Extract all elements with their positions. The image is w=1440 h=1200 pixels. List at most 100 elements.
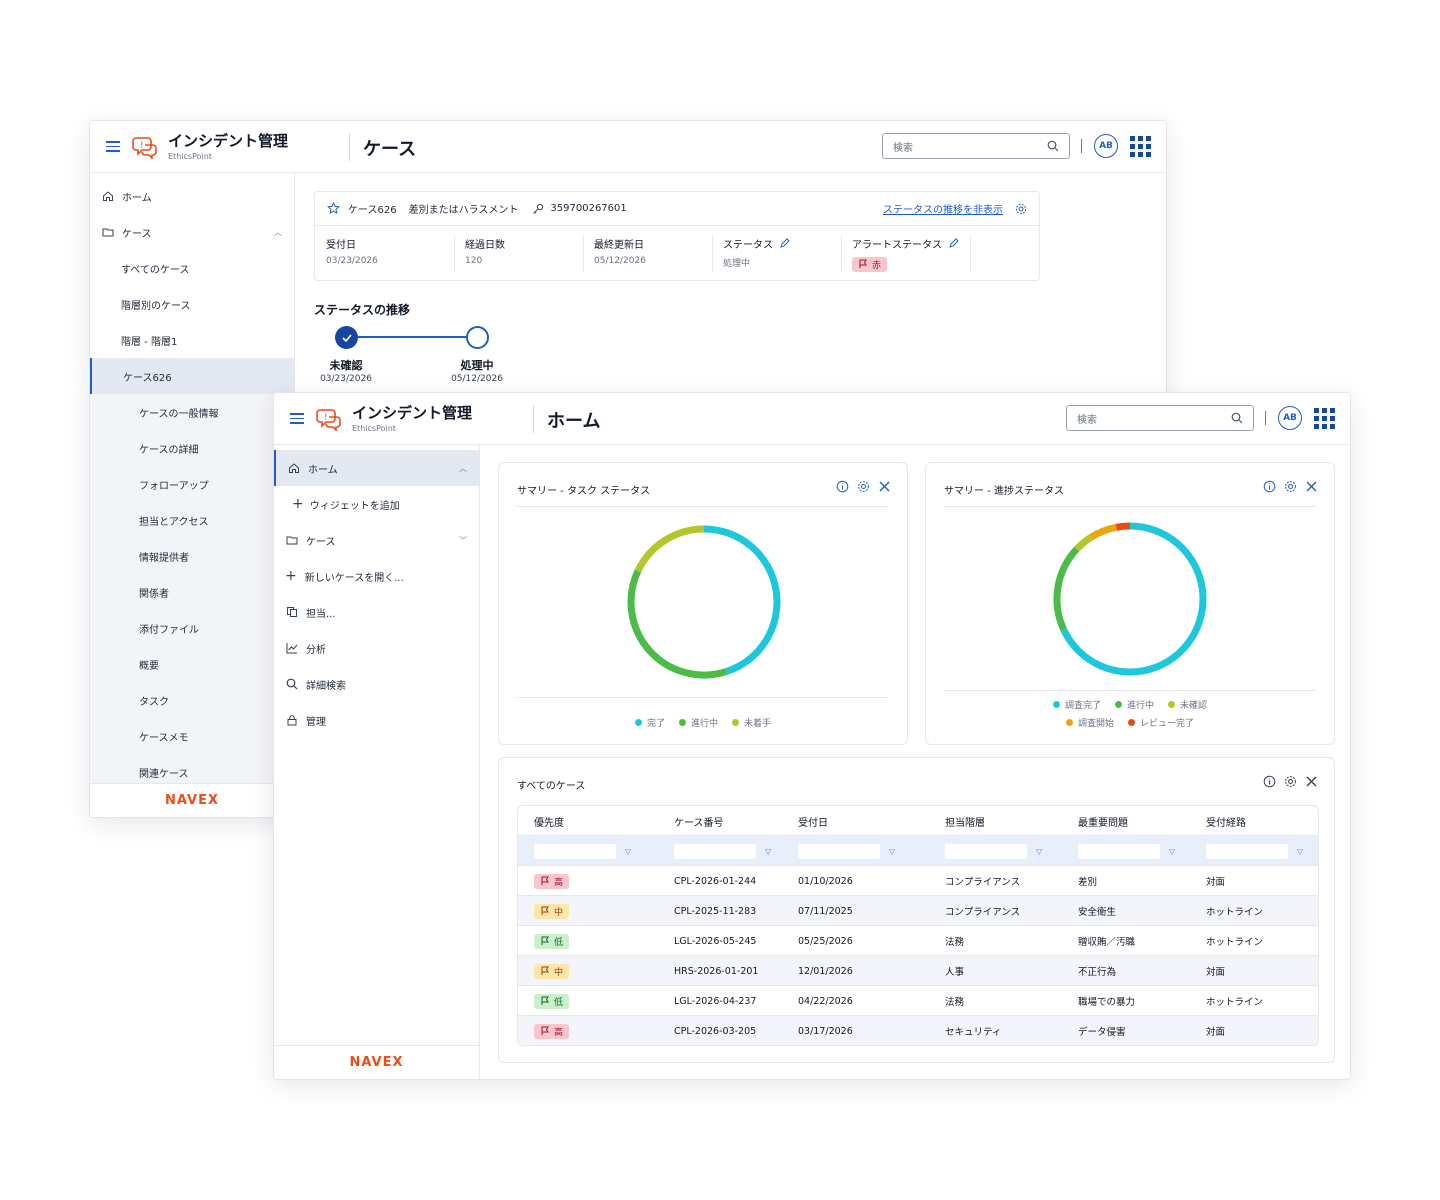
search-input[interactable]: 検索 [1066,405,1254,431]
filter-input[interactable] [1206,843,1288,859]
filter-icon[interactable]: ▽ [889,847,895,856]
sidebar-item-cases[interactable]: ケース ﹀ [274,522,479,558]
table-row[interactable]: 高 CPL-2026-01-244 01/10/2026 コンプライアンス 差別… [518,866,1318,896]
app-launcher-icon[interactable] [1314,408,1335,429]
sidebar-subitem[interactable]: 担当とアクセス [90,502,294,538]
sidebar-subitem[interactable]: ケースの詳細 [90,430,294,466]
info-icon[interactable] [1263,480,1276,493]
sidebar-item-cases[interactable]: ケース ︿ [90,214,294,250]
sidebar-subitem[interactable]: 概要 [90,646,294,682]
sidebar-subitem[interactable]: 関係者 [90,574,294,610]
sidebar-item-case-626[interactable]: ケース626 [90,358,294,394]
filter-icon[interactable]: ▽ [625,847,631,856]
donut-slice-調査開始[interactable] [1089,523,1118,541]
legend-item[interactable]: 未着手 [732,716,771,729]
filter-input[interactable] [798,843,880,859]
chevron-up-icon[interactable]: ︿ [274,227,282,238]
case-number[interactable]: LGL-2026-04-237 [674,986,756,1016]
app-launcher-icon[interactable] [1130,136,1151,157]
filter-icon[interactable]: ▽ [765,847,771,856]
sidebar-item-cases-by-tier[interactable]: 階層別のケース [90,286,294,322]
close-icon[interactable] [1305,480,1318,493]
primary-issue: 不正行為 [1078,967,1117,978]
table-row[interactable]: 高 CPL-2026-03-205 03/17/2026 セキュリティ データ侵… [518,1016,1318,1045]
sidebar-item-home[interactable]: ホーム [90,178,294,214]
case-number[interactable]: CPL-2026-01-244 [674,866,756,896]
donut-slice-完了[interactable] [703,525,781,675]
sidebar-item-tier[interactable]: 階層 - 階層1 [90,322,294,358]
hamburger-menu-icon[interactable] [106,141,120,152]
gear-icon[interactable] [1284,480,1297,493]
sidebar-item-all-cases[interactable]: すべてのケース [90,250,294,286]
column-header[interactable]: 受付経路 [1206,806,1246,836]
sidebar-subitem[interactable]: ケースの一般情報 [90,394,294,430]
filter-input[interactable] [674,843,756,859]
close-icon[interactable] [878,480,891,493]
hamburger-menu-icon[interactable] [290,413,304,424]
user-avatar[interactable]: AB [1278,406,1302,430]
legend-item[interactable]: 進行中 [1114,698,1154,711]
user-avatar[interactable]: AB [1094,134,1118,158]
search-input[interactable]: 検索 [882,133,1070,159]
sidebar-item-assign[interactable]: 担当... [274,594,479,630]
sidebar-subitem[interactable]: タスク [90,682,294,718]
table-row[interactable]: 低 LGL-2026-04-237 04/22/2026 法務 職場での暴力 ホ… [518,986,1318,1016]
star-icon[interactable] [327,202,340,215]
pencil-icon[interactable] [779,238,790,249]
sidebar-item-admin[interactable]: 管理 [274,702,479,738]
filter-icon[interactable]: ▽ [1169,847,1175,856]
sidebar-subitem[interactable]: ケースメモ [90,718,294,754]
sidebar-item-analytics[interactable]: 分析 [274,630,479,666]
column-header[interactable]: 最重要問題 [1078,806,1128,836]
navex-logo: NAVEX [90,783,294,817]
gear-icon[interactable] [857,480,870,493]
legend-item[interactable]: 進行中 [678,716,718,729]
close-icon[interactable] [1305,775,1318,788]
sidebar-subitem[interactable]: フォローアップ [90,466,294,502]
gear-icon[interactable] [1284,775,1297,788]
legend-item[interactable]: 完了 [634,716,665,729]
search-icon[interactable] [1231,412,1243,424]
table-row[interactable]: 低 LGL-2026-05-245 05/25/2026 法務 贈収賄／汚職 ホ… [518,926,1318,956]
case-number[interactable]: LGL-2026-05-245 [674,926,756,956]
gear-icon[interactable] [1015,203,1027,215]
search-icon[interactable] [1047,140,1059,152]
case-number[interactable]: CPL-2026-03-205 [674,1016,756,1045]
sidebar-item-add-widget[interactable]: + ウィジェットを追加 [274,486,479,522]
legend-item[interactable]: 調査開始 [1065,716,1114,729]
donut-slice-未着手[interactable] [634,525,705,573]
filter-icon[interactable]: ▽ [1297,847,1303,856]
legend-item[interactable]: レビュー完了 [1128,716,1194,729]
filter-input[interactable] [534,843,616,859]
filter-input[interactable] [1078,843,1160,859]
sidebar-subitem[interactable]: 添付ファイル [90,610,294,646]
donut-slice-レビュー完了[interactable] [1115,522,1131,531]
legend-item[interactable]: 調査完了 [1052,698,1101,711]
case-number[interactable]: CPL-2025-11-283 [674,896,756,926]
sidebar-item-new-case[interactable]: + 新しいケースを開く... [274,558,479,594]
hide-status-history-link[interactable]: ステータスの推移を非表示 [883,201,1003,216]
column-header[interactable]: 受付日 [798,806,828,836]
donut-slice-調査完了[interactable] [1060,522,1207,676]
chevron-down-icon[interactable]: ﹀ [459,535,467,546]
table-row[interactable]: 中 CPL-2025-11-283 07/11/2025 コンプライアンス 安全… [518,896,1318,926]
sidebar-subitem[interactable]: 情報提供者 [90,538,294,574]
column-header[interactable]: ケース番号 [674,806,724,836]
pencil-icon[interactable] [948,238,959,249]
donut-slice-進行中[interactable] [1053,546,1080,632]
filter-icon[interactable]: ▽ [1036,847,1042,856]
info-icon[interactable] [836,480,849,493]
chevron-up-icon[interactable]: ︿ [459,463,467,474]
sidebar-item-advanced-search[interactable]: 詳細検索 [274,666,479,702]
received-date: 01/10/2026 [798,875,853,887]
case-number[interactable]: HRS-2026-01-201 [674,956,758,986]
info-icon[interactable] [1263,775,1276,788]
sidebar-item-home[interactable]: ホーム ︿ [274,450,479,486]
donut-slice-進行中[interactable] [627,569,728,679]
table-row[interactable]: 中 HRS-2026-01-201 12/01/2026 人事 不正行為 対面 [518,956,1318,986]
filter-input[interactable] [945,843,1027,859]
donut-slice-未確認[interactable] [1074,534,1093,552]
column-header[interactable]: 担当階層 [945,806,985,836]
legend-item[interactable]: 未確認 [1168,698,1207,711]
column-header[interactable]: 優先度 [534,806,564,836]
